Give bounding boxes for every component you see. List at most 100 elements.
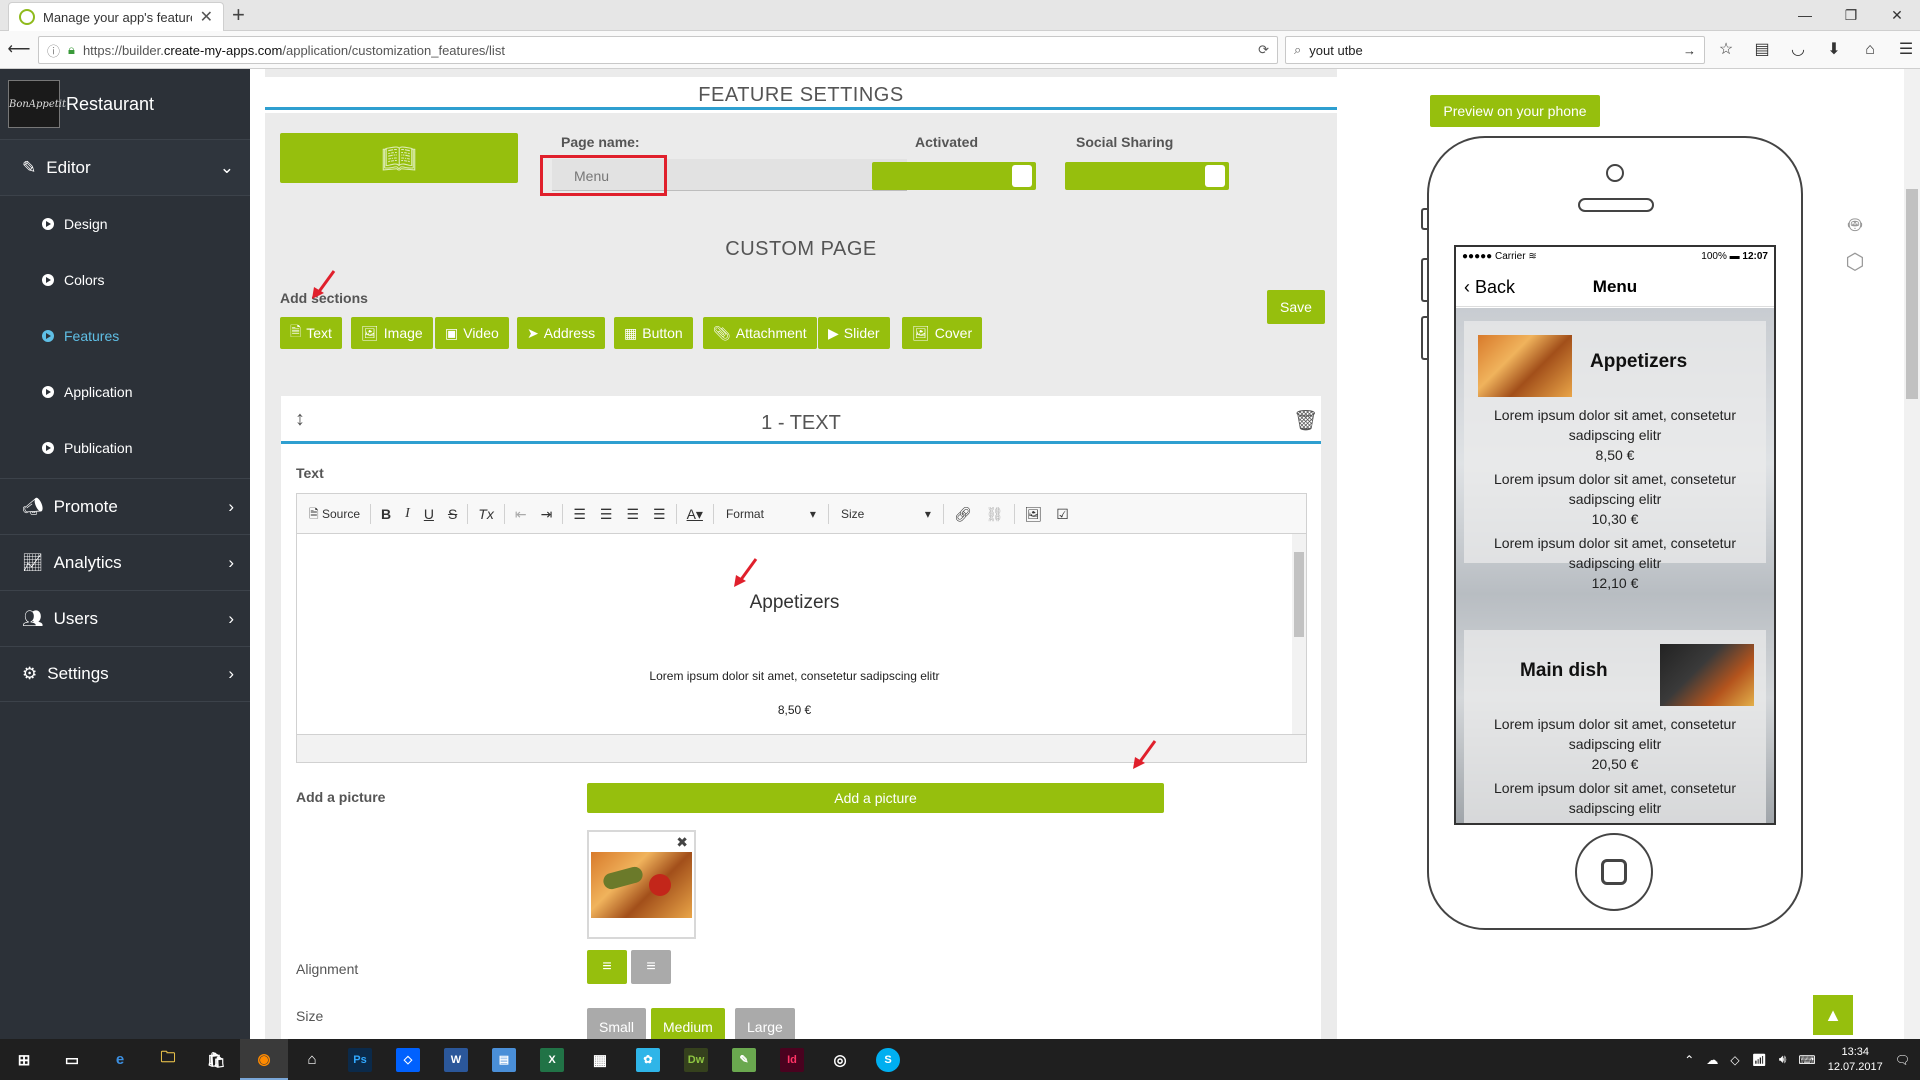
- address-bar[interactable]: ⓘ 🔒︎ https://builder.create-my-apps.com/…: [38, 36, 1278, 64]
- sidebar-item-promote[interactable]: 📣︎ Promote ›: [0, 478, 250, 534]
- firefox-icon[interactable]: ◉: [240, 1039, 288, 1080]
- photoshop-icon[interactable]: Ps: [336, 1039, 384, 1080]
- task-view-icon[interactable]: ▭: [48, 1039, 96, 1080]
- align-center-icon[interactable]: ☰: [596, 502, 617, 526]
- notepad-icon[interactable]: ✎: [720, 1039, 768, 1080]
- page-scrollbar[interactable]: [1904, 69, 1920, 1039]
- keyboard-icon[interactable]: ⌨: [1798, 1053, 1815, 1067]
- align-left-icon[interactable]: ☰: [569, 502, 590, 526]
- add-video-button[interactable]: ▣ Video: [435, 317, 509, 349]
- word-icon[interactable]: W: [432, 1039, 480, 1080]
- search-go-icon[interactable]: →: [1683, 43, 1696, 58]
- save-button[interactable]: Save: [1267, 290, 1325, 324]
- add-picture-button[interactable]: Add a picture: [587, 783, 1164, 813]
- sidebar-item-design[interactable]: Design: [0, 196, 250, 252]
- hamburger-menu-icon[interactable]: ☰: [1890, 37, 1920, 63]
- align-right-icon[interactable]: ☰: [622, 502, 643, 526]
- url-text[interactable]: https://builder.create-my-apps.com/appli…: [83, 43, 1250, 58]
- picture-thumbnail[interactable]: ✖: [587, 830, 696, 939]
- back-arrow-icon[interactable]: ⟵: [6, 38, 32, 64]
- italic-icon[interactable]: I: [401, 502, 414, 526]
- sidebar-item-features[interactable]: Features: [0, 308, 250, 364]
- sidebar-item-users[interactable]: 👥︎ Users ›: [0, 590, 250, 646]
- store-icon[interactable]: 🛍︎: [192, 1039, 240, 1080]
- search-bar[interactable]: ⌕ yout utbe →: [1285, 36, 1705, 64]
- download-icon[interactable]: ⬇: [1818, 37, 1850, 63]
- remove-picture-icon[interactable]: ✖: [676, 834, 688, 851]
- text-color-icon[interactable]: A▾: [683, 502, 707, 526]
- sidebar-item-settings[interactable]: ⚙ Settings ›: [0, 646, 250, 702]
- edge-icon[interactable]: e: [96, 1039, 144, 1080]
- reload-icon[interactable]: ⟳: [1258, 42, 1269, 58]
- align-justify-icon[interactable]: ☰: [649, 502, 670, 526]
- notifications-icon[interactable]: 🗨︎: [1895, 1053, 1910, 1067]
- add-image-button[interactable]: 🖼︎ Image: [351, 317, 433, 349]
- network-icon[interactable]: 📶︎: [1752, 1053, 1767, 1067]
- align-right-button[interactable]: ≡: [631, 950, 671, 984]
- skype-icon[interactable]: S: [864, 1039, 912, 1080]
- trash-icon[interactable]: 🗑︎: [1293, 408, 1318, 433]
- format-select[interactable]: Format ▾: [720, 502, 822, 526]
- paint-icon[interactable]: ▤: [480, 1039, 528, 1080]
- browser-tab[interactable]: Manage your app's features ✕: [8, 2, 224, 31]
- add-slider-button[interactable]: ▶ Slider: [818, 317, 890, 349]
- clock[interactable]: 13:34 12.07.2017: [1828, 1045, 1883, 1075]
- home-icon[interactable]: ⌂: [1854, 37, 1886, 63]
- dropbox-tray-icon[interactable]: ◇: [1730, 1053, 1739, 1067]
- add-button-button[interactable]: ▦ Button: [614, 317, 693, 349]
- bold-icon[interactable]: B: [377, 502, 395, 526]
- preview-on-phone-button[interactable]: Preview on your phone: [1430, 95, 1600, 127]
- chrome-icon[interactable]: ◎: [816, 1039, 864, 1080]
- pocket-icon[interactable]: ◡: [1782, 37, 1814, 63]
- chevron-up-icon[interactable]: ⌃: [1684, 1053, 1694, 1067]
- outdent-icon[interactable]: ⇤: [511, 502, 531, 526]
- remove-format-icon[interactable]: Tx: [474, 502, 498, 526]
- close-tab-icon[interactable]: ✕: [200, 7, 213, 27]
- add-cover-button[interactable]: 🖼︎ Cover: [902, 317, 983, 349]
- sidebar-item-colors[interactable]: Colors: [0, 252, 250, 308]
- calculator-icon[interactable]: ▦: [576, 1039, 624, 1080]
- volume-icon[interactable]: 🔊︎: [1779, 1052, 1787, 1067]
- minimize-icon[interactable]: —: [1782, 0, 1828, 31]
- onedrive-icon[interactable]: ☁: [1706, 1053, 1718, 1067]
- html5-icon[interactable]: ⬡: [1840, 249, 1870, 289]
- bookmark-star-icon[interactable]: ☆: [1710, 37, 1742, 63]
- dropbox-icon[interactable]: ◇: [384, 1039, 432, 1080]
- file-explorer-icon[interactable]: 🗀︎: [144, 1039, 192, 1080]
- sidebar-item-analytics[interactable]: 📈︎ Analytics ›: [0, 534, 250, 590]
- scroll-to-top-button[interactable]: ▲: [1813, 995, 1853, 1035]
- page-scrollbar-thumb[interactable]: [1906, 189, 1918, 399]
- maximize-icon[interactable]: ❐: [1828, 0, 1874, 31]
- link-icon[interactable]: 🔗︎: [950, 502, 976, 526]
- social-sharing-toggle[interactable]: [1065, 162, 1229, 190]
- add-address-button[interactable]: ➤ Address: [517, 317, 606, 349]
- size-medium-button[interactable]: Medium: [651, 1008, 725, 1039]
- apple-icon[interactable]: [1840, 129, 1870, 169]
- windows-start-icon[interactable]: ⊞: [0, 1039, 48, 1080]
- scrollbar-thumb[interactable]: [1294, 552, 1304, 637]
- align-left-button[interactable]: ≡: [587, 950, 627, 984]
- add-attachment-button[interactable]: 📎︎ Attachment: [703, 317, 817, 349]
- add-text-button[interactable]: 🗎︎ Text: [280, 317, 342, 349]
- unlink-icon[interactable]: ⛓︎: [982, 502, 1008, 526]
- android-icon[interactable]: 🤖︎: [1840, 209, 1870, 249]
- source-button[interactable]: 🗎︎ Source: [305, 502, 364, 526]
- home-app-icon[interactable]: ⌂: [288, 1039, 336, 1080]
- new-tab-icon[interactable]: +: [232, 2, 245, 28]
- brand[interactable]: BonAppetit Restaurant: [0, 69, 250, 139]
- apple-6-icon[interactable]: [1840, 169, 1870, 209]
- feature-icon-button[interactable]: 📖︎: [280, 133, 518, 183]
- underline-icon[interactable]: U: [420, 502, 438, 526]
- strikethrough-icon[interactable]: S: [444, 502, 461, 526]
- reading-list-icon[interactable]: ▤: [1746, 37, 1778, 63]
- size-select[interactable]: Size ▾: [835, 502, 937, 526]
- checkbox-icon[interactable]: ☑: [1052, 502, 1073, 526]
- sync-app-icon[interactable]: ✿: [624, 1039, 672, 1080]
- sidebar-item-publication[interactable]: Publication: [0, 420, 250, 476]
- dreamweaver-icon[interactable]: Dw: [672, 1039, 720, 1080]
- size-large-button[interactable]: Large: [735, 1008, 795, 1039]
- editor-content[interactable]: Appetizers Lorem ipsum dolor sit amet, c…: [297, 534, 1292, 734]
- editor-scrollbar[interactable]: [1292, 534, 1306, 734]
- close-window-icon[interactable]: ✕: [1874, 0, 1920, 31]
- size-small-button[interactable]: Small: [587, 1008, 647, 1039]
